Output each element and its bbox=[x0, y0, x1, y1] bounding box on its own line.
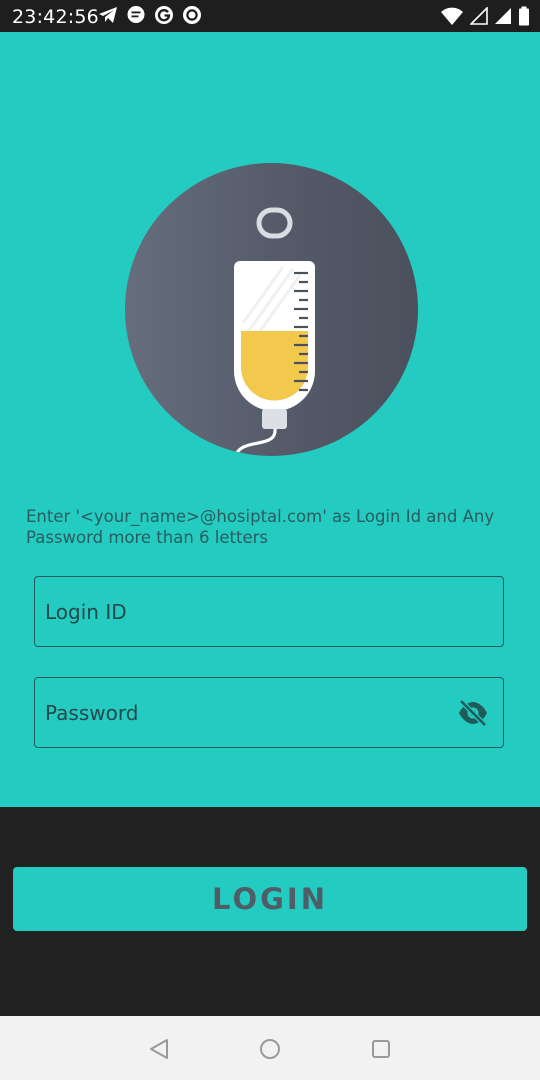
status-bar: 23:42:56 bbox=[0, 0, 540, 32]
login-button-label: LOGIN bbox=[212, 882, 328, 916]
back-icon[interactable] bbox=[146, 1036, 172, 1062]
password-field[interactable] bbox=[34, 677, 504, 748]
signal-full-icon bbox=[494, 7, 512, 30]
eye-off-icon[interactable] bbox=[457, 699, 489, 727]
system-icons bbox=[440, 6, 530, 31]
password-input[interactable] bbox=[35, 678, 503, 747]
google-icon bbox=[154, 5, 174, 25]
message-icon bbox=[126, 5, 146, 25]
notification-icons bbox=[98, 5, 202, 25]
signal-empty-icon bbox=[469, 6, 488, 30]
login-id-input[interactable] bbox=[35, 577, 503, 646]
telegram-icon bbox=[98, 5, 118, 25]
record-icon bbox=[182, 5, 202, 25]
login-id-field[interactable] bbox=[34, 576, 504, 647]
recents-icon[interactable] bbox=[368, 1036, 394, 1062]
login-hint: Enter '<your_name>@hosiptal.com' as Logi… bbox=[26, 507, 495, 547]
status-time: 23:42:56 bbox=[12, 6, 99, 28]
login-panel: Enter '<your_name>@hosiptal.com' as Logi… bbox=[0, 32, 540, 807]
hero-illustration bbox=[125, 163, 418, 456]
navigation-bar bbox=[0, 1016, 540, 1080]
iv-drip-bag-icon bbox=[234, 207, 315, 456]
home-icon[interactable] bbox=[257, 1036, 283, 1062]
battery-icon bbox=[518, 6, 530, 31]
login-button[interactable]: LOGIN bbox=[13, 867, 527, 931]
wifi-icon bbox=[440, 6, 464, 31]
